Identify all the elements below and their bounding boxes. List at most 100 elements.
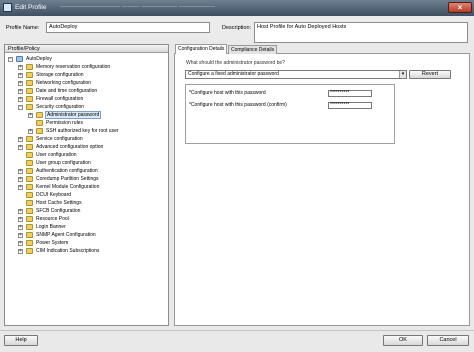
- folder-icon: [26, 96, 33, 102]
- tree-item-label: Firewall configuration: [36, 96, 84, 102]
- tree-item-label: Authentication configuration: [36, 168, 98, 174]
- expand-icon[interactable]: +: [18, 89, 23, 94]
- folder-icon: [26, 224, 33, 230]
- tree-item-label: SFCB Configuration: [36, 208, 81, 214]
- tree-item-label: Storage configuration: [36, 72, 84, 78]
- expand-icon[interactable]: +: [18, 65, 23, 70]
- expand-icon[interactable]: +: [18, 137, 23, 142]
- folder-icon: [26, 80, 33, 86]
- folder-icon: [26, 200, 33, 206]
- password-policy-dropdown[interactable]: Configure a fixed administrator password…: [185, 70, 407, 79]
- expand-icon[interactable]: +: [28, 129, 33, 134]
- profile-name-label: Profile Name:: [6, 25, 40, 31]
- expand-icon[interactable]: +: [18, 185, 23, 190]
- folder-icon: [26, 248, 33, 254]
- window-icon: [3, 3, 12, 12]
- expand-icon[interactable]: +: [18, 233, 23, 238]
- expand-icon[interactable]: +: [18, 169, 23, 174]
- folder-icon: [26, 232, 33, 238]
- tree-item-label: Resource Pool: [36, 216, 69, 222]
- profile-tree-pane: Profile/Policy − AutoDeploy + Memory res…: [4, 44, 169, 326]
- password-policy-value: Configure a fixed administrator password: [188, 71, 279, 77]
- tree-item-label: CIM Indication Subscriptions: [36, 248, 100, 254]
- folder-icon: [26, 72, 33, 78]
- title-bar: Edit Profile —————————— ——— —————— —————…: [0, 0, 474, 16]
- tree-item-label: Date and time configuration: [36, 88, 98, 94]
- expand-icon[interactable]: +: [18, 209, 23, 214]
- folder-icon: [36, 112, 43, 118]
- tree-item-label: Coredump Partition Settings: [36, 176, 99, 182]
- description-label: Description:: [222, 25, 252, 31]
- folder-icon: [26, 240, 33, 246]
- expand-icon[interactable]: +: [28, 113, 33, 118]
- expand-icon[interactable]: +: [18, 217, 23, 222]
- window-ghost-title: —————————— ——— —————— ——————: [60, 4, 216, 10]
- chevron-down-icon[interactable]: ▾: [399, 71, 406, 78]
- expand-icon[interactable]: +: [18, 145, 23, 150]
- tree-item-label: AutoDeploy: [26, 56, 52, 62]
- password-question: What should the administrator password b…: [186, 60, 285, 66]
- tree-item-label: DCUI Keyboard: [36, 192, 72, 198]
- close-button[interactable]: ×: [448, 2, 472, 13]
- folder-icon: [36, 128, 43, 134]
- tab-compliance-details[interactable]: Compliance Details: [228, 45, 278, 54]
- confirm-password-field[interactable]: **********: [328, 102, 372, 109]
- dialog-button-bar: Help OK Cancel: [0, 330, 474, 352]
- tree-item-label: Administrator password: [45, 111, 102, 119]
- folder-icon: [26, 136, 33, 142]
- expand-icon[interactable]: +: [18, 97, 23, 102]
- configuration-details-panel: What should the administrator password b…: [174, 54, 470, 326]
- expand-icon[interactable]: +: [18, 249, 23, 254]
- folder-icon: [26, 104, 33, 110]
- folder-icon: [26, 160, 33, 166]
- folder-icon: [26, 168, 33, 174]
- folder-icon: [36, 120, 43, 126]
- ok-button[interactable]: OK: [383, 335, 423, 346]
- collapse-icon[interactable]: −: [18, 105, 23, 110]
- profile-header: Profile Name: AutoDeploy Description: Ho…: [0, 16, 474, 43]
- tree-item-label: Advanced configuration option: [36, 144, 104, 150]
- tree-item-label: Service configuration: [36, 136, 83, 142]
- tree-item-label: Kernel Module Configuration: [36, 184, 100, 190]
- folder-icon: [26, 64, 33, 70]
- password-label: *Configure host with this password: [189, 90, 266, 96]
- tree-item-label: Login Banner: [36, 224, 66, 230]
- details-pane: Configuration Details Compliance Details…: [174, 44, 470, 326]
- tree-item-label: Permission rules: [46, 120, 83, 126]
- tree-item-label: SSH authorized key for root user: [46, 128, 119, 134]
- expand-icon[interactable]: +: [18, 225, 23, 230]
- password-field[interactable]: **********: [328, 90, 372, 97]
- window-title: Edit Profile: [15, 4, 47, 11]
- tree-item-label: SNMP Agent Configuration: [36, 232, 96, 238]
- tree-item-label: User configuration: [36, 152, 77, 158]
- folder-icon: [26, 176, 33, 182]
- folder-icon: [26, 184, 33, 190]
- host-profile-icon: [16, 56, 23, 62]
- profile-name-field[interactable]: AutoDeploy: [46, 22, 210, 33]
- help-button[interactable]: Help: [4, 335, 38, 346]
- tree-item-label: Power System: [36, 240, 69, 246]
- tree-item-label: Memory reservation configuration: [36, 64, 111, 70]
- folder-icon: [26, 88, 33, 94]
- expand-icon[interactable]: +: [18, 73, 23, 78]
- description-field[interactable]: Host Profile for Auto Deployed Hosts: [254, 22, 468, 43]
- collapse-icon[interactable]: −: [8, 57, 13, 62]
- password-settings-box: *Configure host with this password *****…: [185, 84, 395, 144]
- expand-icon[interactable]: +: [18, 177, 23, 182]
- revert-button[interactable]: Revert: [409, 70, 451, 79]
- confirm-password-label: *Configure host with this password (conf…: [189, 102, 287, 108]
- tree-header: Profile/Policy: [5, 45, 168, 53]
- tree-item-label: Networking configuration: [36, 80, 92, 86]
- folder-icon: [26, 192, 33, 198]
- expand-icon[interactable]: +: [18, 81, 23, 86]
- tab-strip: Configuration Details Compliance Details: [174, 44, 470, 55]
- folder-icon: [26, 144, 33, 150]
- tree-item-label: User group configuration: [36, 160, 91, 166]
- cancel-button[interactable]: Cancel: [427, 335, 469, 346]
- folder-icon: [26, 208, 33, 214]
- tree-item-label: Host Cache Settings: [36, 200, 82, 206]
- expand-icon[interactable]: +: [18, 241, 23, 246]
- close-icon: ×: [457, 3, 463, 12]
- folder-icon: [26, 152, 33, 158]
- folder-icon: [26, 216, 33, 222]
